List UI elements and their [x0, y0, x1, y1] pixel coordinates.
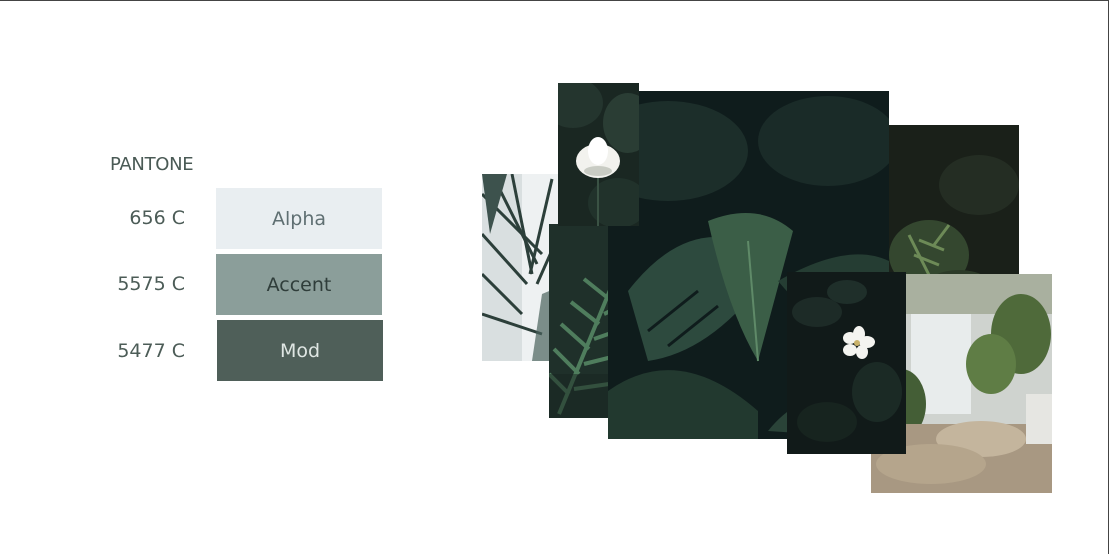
swatch-code-accent: 5575 C [117, 273, 185, 295]
swatch-mod: Mod [217, 320, 383, 381]
swatch-code-mod: 5477 C [117, 340, 185, 362]
swatch-name-mod: Mod [279, 339, 321, 362]
swatch-alpha: Alpha [216, 188, 382, 249]
swatch-name-alpha: Alpha [271, 207, 327, 230]
swatch-name-accent: Accent [266, 273, 332, 296]
white-flower-image [787, 272, 906, 454]
swatch-code-alpha: 656 C [129, 207, 185, 229]
white-lotus-image [558, 83, 639, 226]
pantone-heading: PANTONE [110, 154, 194, 175]
swatch-accent: Accent [216, 254, 382, 315]
